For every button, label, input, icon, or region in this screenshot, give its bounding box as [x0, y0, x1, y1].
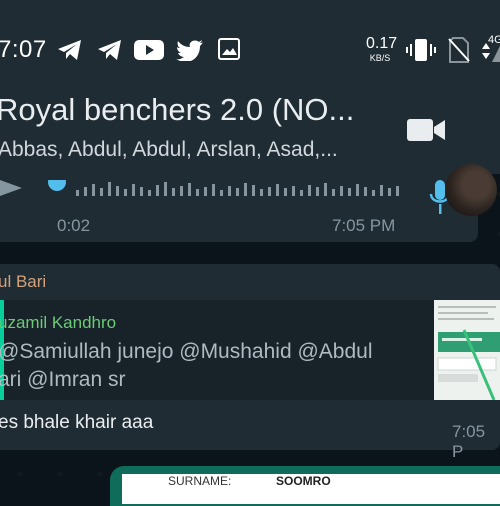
telegram-icon — [58, 40, 81, 60]
group-name[interactable]: Royal benchers 2.0 (NO... — [0, 92, 354, 128]
net-speed: 0.17 KB/S — [366, 35, 398, 63]
status-time: 7:07 — [0, 36, 47, 63]
waveform-bar — [244, 183, 247, 196]
waveform-bar — [204, 187, 207, 196]
waveform-bar — [148, 190, 151, 196]
network-type: 4G — [488, 34, 500, 46]
waveform-bar — [236, 188, 239, 196]
quoted-text-line-2: ari @Imran sr — [0, 368, 126, 391]
video-call-icon[interactable] — [406, 116, 446, 144]
chat-header[interactable]: Royal benchers 2.0 (NO... Abbas, Abdul, … — [0, 88, 500, 174]
message-time: 7:05 P — [452, 422, 486, 461]
gallery-icon — [218, 38, 240, 60]
document-field-label: SURNAME: — [168, 474, 232, 488]
waveform-bar — [76, 190, 79, 196]
waveform-bar — [220, 190, 223, 196]
waveform-bar — [92, 184, 95, 196]
waveform-bar — [268, 187, 271, 196]
waveform-bar — [348, 188, 351, 196]
message-sender[interactable]: ul Bari — [0, 272, 46, 292]
document-field-value: SOOMRO — [276, 474, 331, 488]
waveform-bar — [188, 183, 191, 196]
waveform-bar — [164, 182, 167, 196]
waveform-bar — [364, 187, 367, 196]
status-bar: 7:07 0.17 KB/S 4G — [0, 0, 500, 88]
waveform-bar — [108, 182, 111, 196]
waveform-bar — [396, 186, 399, 196]
quoted-image-thumbnail[interactable] — [434, 300, 500, 400]
voice-waveform[interactable] — [0, 180, 400, 196]
waveform-bar — [116, 186, 119, 196]
waveform-bar — [228, 186, 231, 196]
vibrate-icon — [406, 39, 436, 61]
waveform-bar — [372, 190, 375, 196]
no-sim-icon — [448, 37, 470, 63]
waveform-bar — [324, 183, 327, 196]
waveform-bar — [172, 188, 175, 196]
waveform-bar — [276, 184, 279, 196]
youtube-icon — [134, 40, 164, 60]
twitter-icon — [176, 40, 203, 61]
waveform-bar — [284, 188, 287, 196]
waveform-bar — [300, 190, 303, 196]
group-members[interactable]: Abbas, Abdul, Abdul, Arslan, Asad,... — [0, 138, 338, 162]
waveform-bar — [180, 186, 183, 196]
waveform-bar — [212, 184, 215, 196]
waveform-bar — [124, 189, 127, 196]
net-speed-unit: KB/S — [369, 53, 391, 63]
waveform-bar — [196, 189, 199, 196]
waveform-bar — [156, 185, 159, 196]
message-text: es bhale khair aaa — [0, 412, 154, 433]
quoted-text-line-1: @Samiullah junejo @Mushahid @Abdul — [0, 340, 373, 363]
waveform-bar — [260, 189, 263, 196]
sender-avatar[interactable] — [445, 164, 497, 216]
waveform-bar — [252, 185, 255, 196]
waveform-bar — [292, 186, 295, 196]
waveform-bar — [308, 185, 311, 196]
waveform-bar — [84, 187, 87, 196]
waveform-bar — [356, 184, 359, 196]
net-speed-value: 0.17 — [366, 35, 398, 52]
waveform-bar — [132, 184, 135, 196]
waveform-bar — [316, 187, 319, 196]
waveform-bar — [340, 186, 343, 196]
telegram-icon — [98, 40, 121, 60]
waveform-bar — [332, 189, 335, 196]
waveform-bar — [388, 188, 391, 196]
voice-duration: 0:02 — [57, 216, 91, 235]
quoted-author: uzamil Kandhro — [0, 313, 117, 332]
waveform-bar — [140, 187, 143, 196]
voice-time: 7:05 PM — [332, 216, 396, 235]
waveform-bar — [100, 188, 103, 196]
waveform-bar — [380, 185, 383, 196]
